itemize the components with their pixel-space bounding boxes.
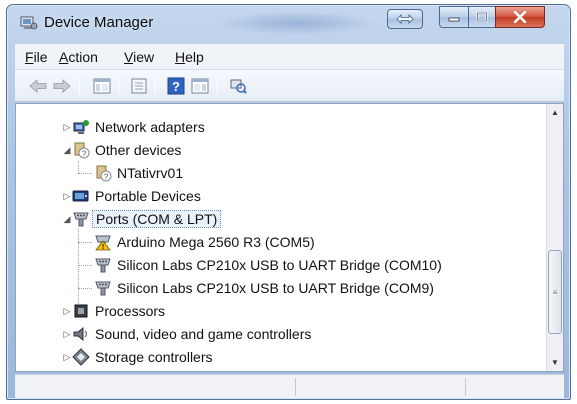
other-devices-icon: ? <box>72 141 90 159</box>
svg-text:!: ! <box>102 244 104 251</box>
port-icon <box>72 210 90 228</box>
window-title: Device Manager <box>44 14 154 31</box>
scroll-down-arrow-icon[interactable]: ▼ <box>547 354 563 371</box>
tree-node-label: Storage controllers <box>95 349 213 365</box>
vertical-scrollbar[interactable]: ▲ ≡ ▼ <box>546 104 563 371</box>
tree-node-label: Silicon Labs CP210x USB to UART Bridge (… <box>117 280 434 296</box>
scan-hardware-button[interactable] <box>227 76 249 96</box>
menu-bar: File Action View Help <box>15 44 564 70</box>
back-button[interactable] <box>27 76 49 96</box>
unknown-device-icon: ? <box>94 164 112 182</box>
maximize-button[interactable] <box>468 6 496 28</box>
tree-node-label: Sound, video and game controllers <box>95 326 312 342</box>
tree-connector <box>78 265 92 266</box>
maximize-icon <box>476 12 488 22</box>
collapse-arrow-icon[interactable]: ◢ <box>62 214 72 224</box>
menu-view[interactable]: View <box>124 49 154 65</box>
device-manager-window: Device Manager File Action View Help ? ▷… <box>6 4 571 400</box>
tree-node-cp210x-com9[interactable]: Silicon Labs CP210x USB to UART Bridge (… <box>94 277 434 299</box>
tree-connector <box>78 173 92 174</box>
menu-help[interactable]: Help <box>175 49 204 65</box>
expand-arrow-icon[interactable]: ▷ <box>62 329 72 339</box>
expand-arrow-icon[interactable]: ▷ <box>62 306 72 316</box>
menu-file[interactable]: File <box>25 49 48 65</box>
tree-node-arduino-mega[interactable]: ! Arduino Mega 2560 R3 (COM5) <box>94 231 315 253</box>
show-hide-tree-button[interactable] <box>91 76 113 96</box>
processor-icon <box>72 302 90 320</box>
help-icon: ? <box>167 77 185 95</box>
svg-text:?: ? <box>82 150 87 159</box>
expand-arrow-icon[interactable]: ▷ <box>62 352 72 362</box>
forward-button[interactable] <box>51 76 73 96</box>
toolbar-separator <box>118 77 119 95</box>
toolbar: ? <box>15 70 564 102</box>
menu-action[interactable]: Action <box>59 49 98 65</box>
title-bar[interactable]: Device Manager <box>7 5 570 41</box>
tree-node-label: Other devices <box>95 142 182 158</box>
expand-arrow-icon[interactable]: ▷ <box>62 191 72 201</box>
status-bar-panel <box>465 378 563 396</box>
minimize-icon <box>448 17 460 22</box>
collapse-arrow-icon[interactable]: ◢ <box>62 145 72 155</box>
forward-arrow-icon <box>53 79 71 93</box>
tree-node-portable-devices[interactable]: ▷ Portable Devices <box>64 185 201 207</box>
tree-node-ntativrv01[interactable]: ? NTativrv01 <box>94 162 183 184</box>
properties-button[interactable] <box>128 76 150 96</box>
minimize-button[interactable] <box>439 6 469 28</box>
scroll-up-arrow-icon[interactable]: ▲ <box>547 104 563 121</box>
scan-hardware-icon <box>230 79 247 94</box>
tree-connector <box>78 242 92 243</box>
device-manager-icon <box>20 15 38 31</box>
port-warning-icon: ! <box>94 233 112 251</box>
title-bar-glare <box>217 11 377 35</box>
portable-device-icon <box>72 187 90 205</box>
storage-controller-icon <box>72 348 90 366</box>
network-adapter-icon <box>72 118 90 136</box>
status-bar-panel <box>295 378 465 396</box>
toolbar-separator <box>79 77 80 95</box>
tree-connector <box>78 288 92 289</box>
tree-node-other-devices[interactable]: ◢ ? Other devices <box>64 139 182 161</box>
close-icon <box>513 11 527 23</box>
svg-text:?: ? <box>172 79 180 94</box>
tree-node-processors[interactable]: ▷ Processors <box>64 300 166 322</box>
action-pane-button[interactable] <box>189 76 211 96</box>
action-pane-icon <box>191 78 209 94</box>
switch-window-button[interactable] <box>387 9 423 29</box>
close-button[interactable] <box>495 6 545 28</box>
tree-node-network-adapters[interactable]: ▷ Network adapters <box>64 116 205 138</box>
status-bar <box>15 374 564 398</box>
tree-node-label: Arduino Mega 2560 R3 (COM5) <box>117 234 315 250</box>
back-arrow-icon <box>29 79 47 93</box>
port-icon <box>94 279 112 297</box>
svg-text:?: ? <box>104 173 109 182</box>
tree-connector <box>78 161 79 173</box>
port-icon <box>94 256 112 274</box>
double-arrow-icon <box>396 14 414 24</box>
show-hide-console-tree-icon <box>93 78 111 94</box>
scroll-thumb[interactable]: ≡ <box>548 250 562 334</box>
tree-node-label: Ports (COM & LPT) <box>92 210 222 228</box>
tree-node-cp210x-com10[interactable]: Silicon Labs CP210x USB to UART Bridge (… <box>94 254 442 276</box>
toolbar-separator <box>155 77 156 95</box>
sound-icon <box>72 325 90 343</box>
tree-node-label: NTativrv01 <box>117 165 184 181</box>
properties-icon <box>131 78 147 94</box>
tree-node-sound-video[interactable]: ▷ Sound, video and game controllers <box>64 323 312 345</box>
help-button[interactable]: ? <box>165 76 187 96</box>
tree-node-label: Network adapters <box>95 119 205 135</box>
tree-node-label: Silicon Labs CP210x USB to UART Bridge (… <box>117 257 442 273</box>
tree-node-ports[interactable]: ◢ Ports (COM & LPT) <box>64 208 222 230</box>
device-tree[interactable]: ▷ Network adapters ◢ ? Other devices ? N… <box>15 103 564 372</box>
toolbar-separator <box>217 77 218 95</box>
expand-arrow-icon[interactable]: ▷ <box>62 122 72 132</box>
tree-node-label: Portable Devices <box>95 188 201 204</box>
tree-node-label: Processors <box>95 303 166 319</box>
tree-node-storage-controllers[interactable]: ▷ Storage controllers <box>64 346 213 368</box>
